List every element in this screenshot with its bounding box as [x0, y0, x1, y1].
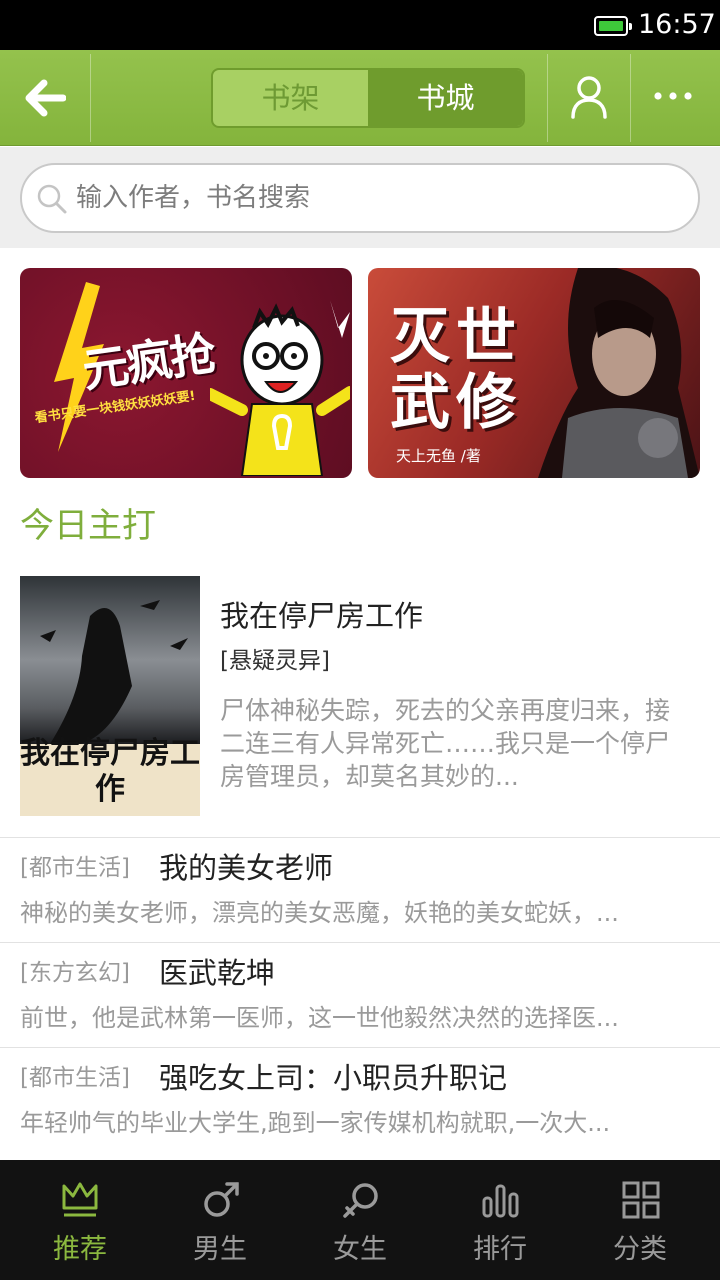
nav-label: 排行 — [473, 1234, 527, 1265]
female-icon — [343, 1183, 378, 1218]
book-genre: [东方玄幻] — [20, 960, 130, 986]
tab-bookshelf[interactable]: 书架 — [213, 70, 368, 126]
nav-label: 推荐 — [53, 1234, 107, 1265]
book-genre: [悬疑灵异] — [220, 648, 330, 674]
search-box[interactable] — [20, 163, 700, 233]
cover-art — [40, 600, 188, 744]
list-item[interactable]: [东方玄幻] 医武乾坤 前世，他是武林第一医师，这一世他毅然决然的选择医... — [0, 943, 720, 1048]
status-time: 16:57 — [638, 9, 716, 40]
search-area — [0, 147, 720, 248]
book-cover: 我在停尸房工作 — [20, 576, 200, 816]
more-icon — [654, 92, 692, 100]
nav-ranking[interactable]: 排行 — [430, 1160, 570, 1280]
nav-label: 分类 — [613, 1234, 667, 1265]
nav-female[interactable]: 女生 — [290, 1160, 430, 1280]
tab-bookstore[interactable]: 书城 — [368, 70, 523, 126]
nav-category[interactable]: 分类 — [570, 1160, 710, 1280]
banner-author: 天上无鱼 /著 — [396, 447, 481, 465]
bar-chart-icon — [482, 1184, 519, 1218]
book-description: 尸体神秘失踪，死去的父亲再度归来，接二连三有人异常死亡……我只是一个停尸房管理员… — [220, 696, 671, 791]
book-description: 前世，他是武林第一医师，这一世他毅然决然的选择医... — [20, 1004, 619, 1032]
book-title: 我在停尸房工作 — [220, 599, 424, 633]
grid-icon — [622, 1181, 660, 1219]
book-description: 年轻帅气的毕业大学生,跑到一家传媒机构就职,一次大... — [20, 1109, 611, 1137]
book-title: 我的美女老师 — [159, 851, 334, 885]
crown-icon — [62, 1182, 98, 1217]
book-banner[interactable]: 灭世武修 天上无鱼 /著 — [368, 268, 700, 478]
nav-label: 男生 — [193, 1234, 247, 1265]
more-button[interactable] — [631, 50, 720, 146]
status-bar: 16:57 — [0, 0, 720, 50]
search-icon — [37, 184, 67, 214]
back-arrow-icon — [25, 79, 66, 117]
book-title: 医武乾坤 — [159, 956, 276, 990]
warrior-illustration — [538, 268, 700, 478]
search-input[interactable] — [76, 165, 676, 231]
bottom-nav: 推荐 男生 女生 排行 分类 — [0, 1160, 720, 1280]
book-genre: [都市生活] — [20, 1065, 130, 1091]
banner-title: 灭世武修 — [390, 302, 522, 438]
user-button[interactable] — [548, 50, 630, 146]
nav-label: 女生 — [333, 1234, 387, 1265]
promo-banner[interactable]: 元疯抢 看书只要一块钱妖妖妖妖要! — [20, 268, 352, 478]
book-title: 强吃女上司：小职员升职记 — [159, 1061, 508, 1095]
cartoon-character-icon — [210, 300, 350, 476]
top-toolbar: 书架 书城 — [0, 50, 720, 146]
back-button[interactable] — [0, 50, 90, 146]
toolbar-divider — [90, 54, 91, 142]
featured-book[interactable]: 我在停尸房工作 我在停尸房工作 [悬疑灵异] 尸体神秘失踪，死去的父亲再度归来，… — [0, 576, 720, 838]
tab-switcher: 书架 书城 — [211, 68, 525, 128]
nav-recommend[interactable]: 推荐 — [10, 1160, 150, 1280]
book-description: 神秘的美女老师，漂亮的美女恶魔，妖艳的美女蛇妖，... — [20, 899, 619, 927]
section-title: 今日主打 — [20, 506, 156, 546]
male-icon — [204, 1182, 239, 1217]
list-item[interactable]: [都市生活] 我的美女老师 神秘的美女老师，漂亮的美女恶魔，妖艳的美女蛇妖，..… — [0, 838, 720, 943]
nav-male[interactable]: 男生 — [150, 1160, 290, 1280]
book-genre: [都市生活] — [20, 855, 130, 881]
battery-icon — [594, 16, 632, 36]
cover-title: 我在停尸房工作 — [20, 736, 200, 807]
list-item[interactable]: [都市生活] 强吃女上司：小职员升职记 年轻帅气的毕业大学生,跑到一家传媒机构就… — [0, 1048, 720, 1153]
user-icon — [571, 76, 607, 119]
